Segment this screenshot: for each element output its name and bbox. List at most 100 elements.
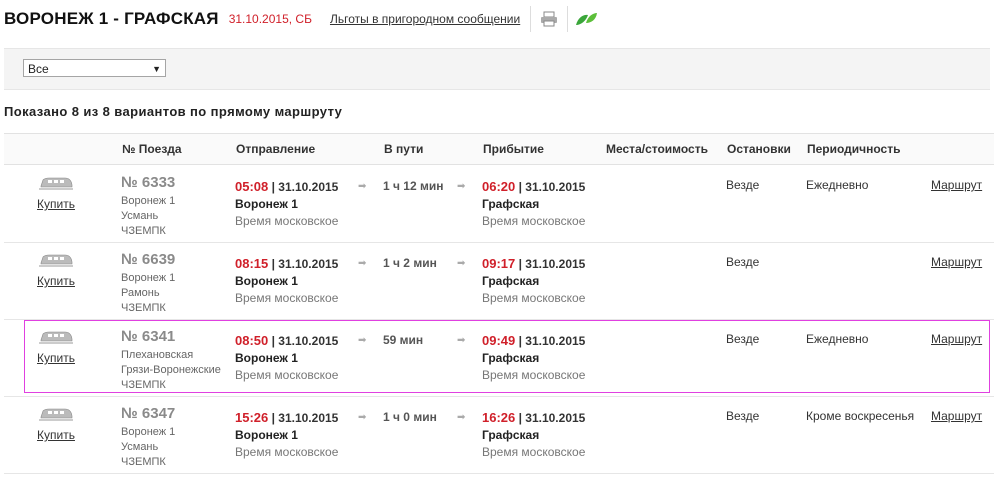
buy-cell: Купить <box>34 253 78 288</box>
train-to: Усмань <box>121 441 159 453</box>
route-link[interactable]: Маршрут <box>931 332 982 346</box>
buy-cell: Купить <box>34 176 78 211</box>
departure-timezone: Время московское <box>235 368 339 382</box>
filter-bar: Все ▼ <box>4 48 990 90</box>
leaf-icon <box>576 13 598 25</box>
arrow-right-icon: ➡ <box>457 335 466 346</box>
arrival-station: Графская <box>482 351 540 365</box>
col-periodicity: Периодичность <box>807 142 901 156</box>
buy-link[interactable]: Купить <box>34 428 78 442</box>
train-number[interactable]: № 6639 <box>121 251 175 268</box>
results-summary: Показано 8 из 8 вариантов по прямому мар… <box>4 104 343 119</box>
travel-time: 1 ч 2 мин <box>383 256 437 270</box>
col-seats: Места/стоимость <box>606 142 708 156</box>
departure-time: 08:15 <box>235 256 269 271</box>
col-departure: Отправление <box>236 142 316 156</box>
arrow-right-icon: ➡ <box>358 412 367 423</box>
train-route-info: Воронеж 1 Усмань ЧЗЕМПК <box>121 194 175 239</box>
train-carrier: ЧЗЕМПК <box>121 456 166 468</box>
train-number[interactable]: № 6347 <box>121 405 175 422</box>
arrow-right-icon: ➡ <box>358 335 367 346</box>
arrival-timezone: Время московское <box>482 445 586 459</box>
arrival-cell: 09:49 | 31.10.2015 Графская Время москов… <box>482 332 585 384</box>
table-header: № Поезда Отправление В пути Прибытие Мес… <box>4 133 994 165</box>
arrival-timezone: Время московское <box>482 368 586 382</box>
arrival-timezone: Время московское <box>482 214 586 228</box>
departure-cell: 08:15 | 31.10.2015 Воронеж 1 Время моско… <box>235 255 338 307</box>
departure-date: | 31.10.2015 <box>268 180 339 194</box>
arrival-station: Графская <box>482 197 540 211</box>
departure-date: | 31.10.2015 <box>268 334 339 348</box>
train-carrier: ЧЗЕМПК <box>121 225 166 237</box>
route-title: ВОРОНЕЖ 1 - ГРАФСКАЯ <box>4 9 219 28</box>
departure-station: Воронеж 1 <box>235 428 298 442</box>
train-from: Воронеж 1 <box>121 195 176 207</box>
train-route-info: Плехановская Грязи-Воронежские ЧЗЕМПК <box>121 348 221 393</box>
train-route-info: Воронеж 1 Усмань ЧЗЕМПК <box>121 425 175 470</box>
chevron-down-icon: ▼ <box>152 64 161 74</box>
periodicity: Ежедневно <box>806 332 869 346</box>
stops: Везде <box>726 178 760 192</box>
col-train: № Поезда <box>122 142 182 156</box>
arrival-cell: 09:17 | 31.10.2015 Графская Время москов… <box>482 255 585 307</box>
buy-link[interactable]: Купить <box>34 197 78 211</box>
arrival-date: | 31.10.2015 <box>515 334 586 348</box>
route-date: 31.10.2015, СБ <box>228 12 312 26</box>
route-link[interactable]: Маршрут <box>931 178 982 192</box>
train-icon <box>39 331 73 344</box>
departure-station: Воронеж 1 <box>235 351 298 365</box>
buy-cell: Купить <box>34 330 78 365</box>
table-row: Купить № 6333 Воронеж 1 Усмань ЧЗЕМПК 05… <box>4 166 994 243</box>
departure-timezone: Время московское <box>235 445 339 459</box>
departure-timezone: Время московское <box>235 214 339 228</box>
arrival-time: 16:26 <box>482 410 516 425</box>
col-travel: В пути <box>384 142 424 156</box>
stops: Везде <box>726 409 760 423</box>
stops: Везде <box>726 332 760 346</box>
departure-date: | 31.10.2015 <box>268 257 339 271</box>
benefits-link[interactable]: Льготы в пригородном сообщении <box>330 6 532 32</box>
arrival-timezone: Время московское <box>482 291 586 305</box>
train-type-select-value: Все <box>28 62 49 76</box>
arrival-time: 09:49 <box>482 333 516 348</box>
departure-date: | 31.10.2015 <box>268 411 339 425</box>
arrival-station: Графская <box>482 274 540 288</box>
train-from: Воронеж 1 <box>121 272 176 284</box>
departure-cell: 05:08 | 31.10.2015 Воронеж 1 Время моско… <box>235 178 338 230</box>
departure-timezone: Время московское <box>235 291 339 305</box>
train-from: Воронеж 1 <box>121 426 176 438</box>
travel-time: 1 ч 0 мин <box>383 410 437 424</box>
train-carrier: ЧЗЕМПК <box>121 302 166 314</box>
table-row: Купить № 6341 Плехановская Грязи-Воронеж… <box>4 320 994 397</box>
train-to: Грязи-Воронежские <box>121 364 221 376</box>
departure-time: 08:50 <box>235 333 269 348</box>
departure-time: 15:26 <box>235 410 269 425</box>
departure-cell: 08:50 | 31.10.2015 Воронеж 1 Время моско… <box>235 332 338 384</box>
periodicity: Кроме воскресенья <box>806 409 915 423</box>
route-link[interactable]: Маршрут <box>931 409 982 423</box>
travel-time: 59 мин <box>383 333 424 347</box>
departure-time: 05:08 <box>235 179 269 194</box>
arrival-time: 09:17 <box>482 256 516 271</box>
page-header: ВОРОНЕЖ 1 - ГРАФСКАЯ 31.10.2015, СБ Льго… <box>4 6 604 32</box>
train-icon <box>39 254 73 267</box>
departure-station: Воронеж 1 <box>235 274 298 288</box>
col-stops: Остановки <box>727 142 791 156</box>
arrival-time: 06:20 <box>482 179 516 194</box>
route-link[interactable]: Маршрут <box>931 255 982 269</box>
eco-button[interactable] <box>568 6 604 32</box>
table-row: Купить № 6639 Воронеж 1 Рамонь ЧЗЕМПК 08… <box>4 243 994 320</box>
buy-link[interactable]: Купить <box>34 274 78 288</box>
printer-icon <box>541 11 558 27</box>
arrow-right-icon: ➡ <box>457 412 466 423</box>
departure-station: Воронеж 1 <box>235 197 298 211</box>
train-type-select[interactable]: Все ▼ <box>23 59 166 77</box>
train-number[interactable]: № 6341 <box>121 328 175 345</box>
departure-cell: 15:26 | 31.10.2015 Воронеж 1 Время моско… <box>235 409 338 461</box>
print-button[interactable] <box>531 6 569 32</box>
train-icon <box>39 177 73 190</box>
train-number[interactable]: № 6333 <box>121 174 175 191</box>
buy-link[interactable]: Купить <box>34 351 78 365</box>
train-from: Плехановская <box>121 349 194 361</box>
train-icon <box>39 408 73 421</box>
